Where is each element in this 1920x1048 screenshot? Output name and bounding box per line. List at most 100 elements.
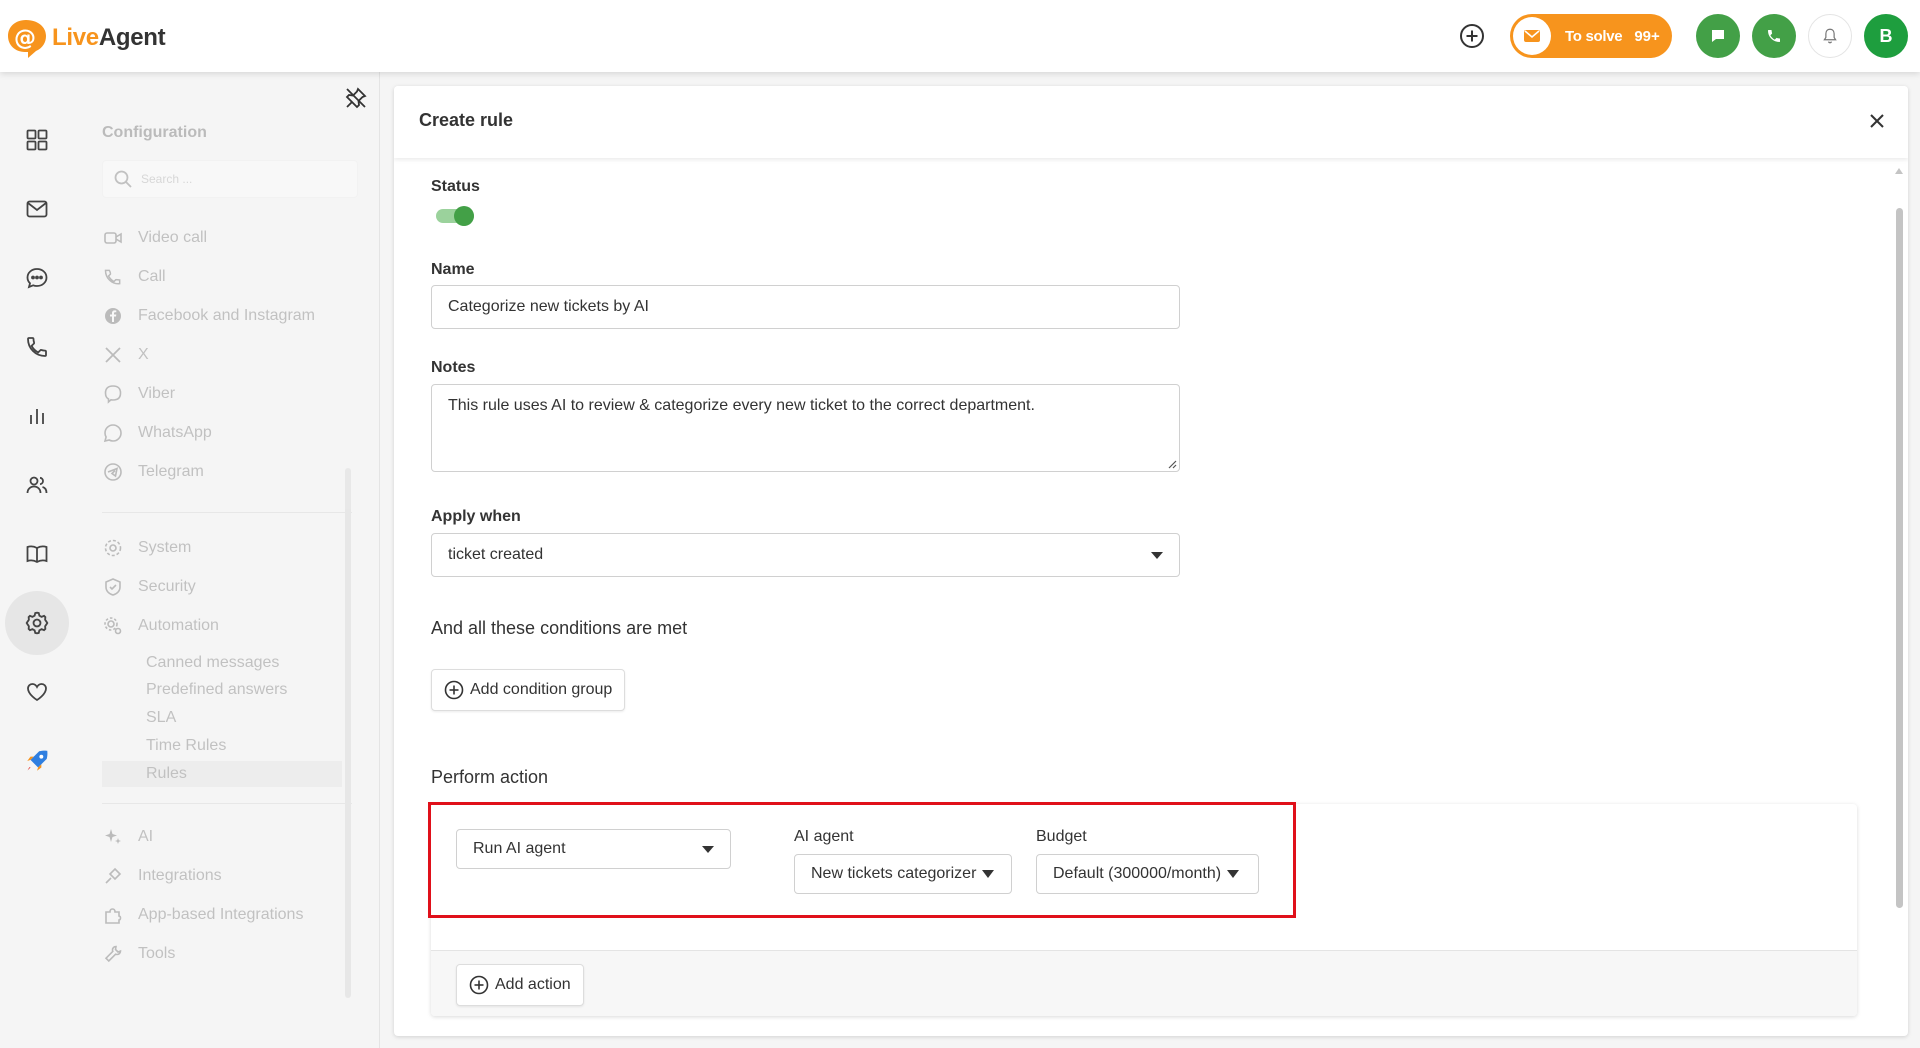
budget-select[interactable]: Default (300000/month) (1036, 854, 1259, 894)
add-action-button[interactable]: Add action (456, 964, 584, 1006)
viber-icon (102, 383, 124, 405)
ai-agent-select[interactable]: New tickets categorizer (794, 854, 1012, 894)
menu-label: Integrations (138, 867, 222, 884)
menu-label: AI (138, 828, 154, 845)
menu-security[interactable]: Security (102, 575, 196, 599)
menu-label: Automation (138, 617, 219, 634)
menu-system[interactable]: System (102, 536, 191, 560)
caret-down-icon (982, 870, 995, 878)
nav-configuration[interactable] (5, 591, 69, 655)
envelope-icon (1513, 17, 1551, 55)
menu-video-call[interactable]: Video call (102, 226, 207, 250)
nav-knowledgebase[interactable] (5, 522, 69, 586)
submenu-sla[interactable]: SLA (146, 709, 176, 727)
add-action-label: Add action (495, 976, 571, 993)
menu-label: Viber (138, 385, 176, 402)
config-title: Configuration (102, 124, 207, 141)
menu-label: X (138, 346, 149, 363)
menu-facebook-instagram[interactable]: Facebook and Instagram (102, 304, 315, 328)
top-bar: @ LiveAgent To solve 99+ B (0, 0, 1920, 72)
menu-divider (102, 803, 352, 804)
menu-automation[interactable]: Automation (102, 614, 219, 638)
status-toggle[interactable] (436, 206, 476, 226)
scroll-up-arrow-icon[interactable] (1894, 167, 1904, 175)
menu-label: WhatsApp (138, 424, 212, 441)
dialog-scrollbar-thumb[interactable] (1896, 208, 1903, 908)
notifications-button[interactable] (1808, 14, 1852, 58)
caret-down-icon (1151, 552, 1163, 559)
menu-x[interactable]: X (102, 343, 149, 367)
menu-label: Security (138, 578, 196, 595)
resize-handle-icon[interactable] (1167, 459, 1177, 469)
menu-ai[interactable]: AI (102, 825, 153, 849)
to-solve-button[interactable]: To solve 99+ (1510, 14, 1672, 58)
menu-app-based-integrations[interactable]: App-based Integrations (102, 903, 303, 927)
logo-live-text: Live (52, 24, 99, 51)
dialog-header: Create rule (394, 86, 1908, 158)
config-scrollbar[interactable] (345, 468, 351, 998)
phone-outline-icon (27, 337, 47, 357)
tools-icon (102, 943, 124, 965)
caret-down-icon (702, 845, 714, 853)
mail-icon (26, 200, 48, 218)
x-icon (102, 344, 124, 366)
gear-icon (102, 537, 124, 559)
config-search-input[interactable]: Search ... (102, 160, 358, 198)
menu-whatsapp[interactable]: WhatsApp (102, 421, 212, 445)
apply-when-value: ticket created (448, 546, 544, 563)
budget-value: Default (300000/month) (1053, 865, 1222, 882)
nav-getting-started[interactable] (5, 729, 69, 793)
plug-icon (102, 865, 124, 887)
menu-call[interactable]: Call (102, 265, 166, 289)
nav-chats[interactable] (5, 246, 69, 310)
logo-bubble-icon: @ (6, 18, 50, 58)
submenu-predefined-answers[interactable]: Predefined answers (146, 681, 287, 699)
to-solve-count: 99+ (1634, 27, 1660, 45)
configuration-panel: Configuration Search ... Video call Call… (74, 72, 380, 1048)
nav-tickets[interactable] (5, 177, 69, 241)
chat-button[interactable] (1696, 14, 1740, 58)
submenu-time-rules[interactable]: Time Rules (146, 737, 226, 755)
user-avatar[interactable]: B (1864, 14, 1908, 58)
caret-down-icon (1227, 870, 1240, 878)
menu-viber[interactable]: Viber (102, 382, 175, 406)
rule-name-input[interactable]: Categorize new tickets by AI (431, 285, 1180, 329)
menu-divider (102, 512, 352, 513)
submenu-canned-messages[interactable]: Canned messages (146, 654, 279, 672)
menu-integrations[interactable]: Integrations (102, 864, 222, 888)
chat-icon (1712, 30, 1724, 42)
phone-button[interactable] (1752, 14, 1796, 58)
notes-textarea[interactable]: This rule uses AI to review & categorize… (431, 384, 1180, 472)
heart-icon (27, 683, 47, 702)
menu-telegram[interactable]: Telegram (102, 460, 204, 484)
submenu-rules[interactable]: Rules (102, 761, 342, 787)
add-condition-group-label: Add condition group (470, 681, 613, 698)
book-icon (26, 545, 48, 564)
create-new-button[interactable] (1456, 20, 1488, 52)
add-condition-group-button[interactable]: Add condition group (431, 669, 626, 711)
config-search-placeholder: Search ... (141, 172, 193, 186)
shield-icon (102, 576, 124, 598)
chat-bubble-icon (26, 268, 48, 289)
nav-dashboard[interactable] (5, 108, 69, 172)
sparkle-icon (102, 826, 124, 848)
action-type-select[interactable]: Run AI agent (456, 829, 731, 869)
nav-plugins[interactable] (5, 660, 69, 724)
plus-circle-icon (1460, 24, 1484, 48)
nav-calls[interactable] (5, 315, 69, 379)
gear-icon (25, 611, 49, 635)
rocket-icon (27, 750, 48, 771)
menu-label: App-based Integrations (138, 906, 304, 923)
apply-when-select[interactable]: ticket created (431, 533, 1180, 577)
close-icon (1870, 114, 1884, 128)
budget-label: Budget (1036, 828, 1087, 845)
toggle-knob (454, 206, 474, 226)
menu-label: Video call (138, 229, 208, 246)
search-icon (114, 170, 132, 188)
nav-reports[interactable] (5, 384, 69, 448)
close-dialog-button[interactable] (1864, 108, 1890, 134)
liveagent-logo[interactable]: @ LiveAgent (6, 18, 166, 58)
nav-customers[interactable] (5, 453, 69, 517)
name-label: Name (431, 261, 475, 278)
menu-tools[interactable]: Tools (102, 942, 175, 966)
